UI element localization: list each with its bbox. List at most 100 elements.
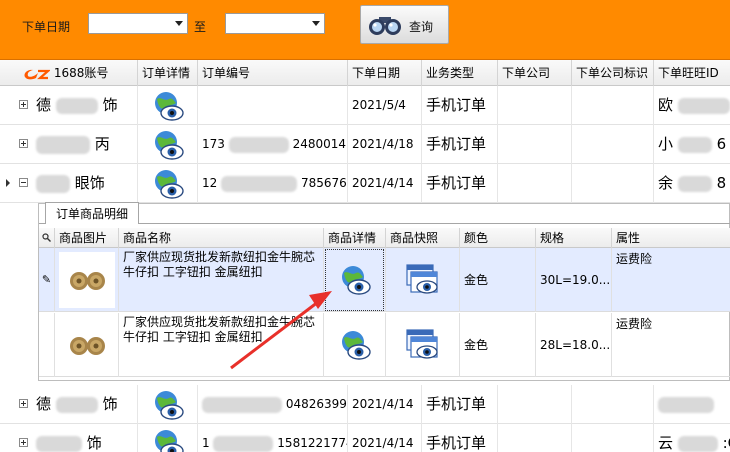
company-id-cell <box>572 164 654 203</box>
item-name-cell: 厂家供应现货批发新款纽扣金牛腕芯牛仔扣 工字钮扣 金属纽扣 <box>119 313 324 377</box>
chevron-down-icon[interactable] <box>175 21 183 26</box>
current-row-indicator <box>6 179 10 187</box>
wangwang-cell: 余 <box>658 174 674 192</box>
company-id-cell <box>572 424 654 452</box>
account-cell: 德 <box>36 395 52 413</box>
redacted-blur <box>202 396 282 413</box>
list-item[interactable]: ✎ 厂家供应现货批发新款纽扣金牛腕芯牛仔扣 工字钮扣 金属纽扣 金色 30L=1… <box>39 248 730 312</box>
col-header-attribute[interactable]: 属性 <box>612 228 730 248</box>
product-thumbnail-buttons <box>59 317 115 373</box>
redacted-blur <box>36 135 90 154</box>
company-cell <box>498 164 572 203</box>
redacted-blur <box>55 396 98 413</box>
query-button-label: 查询 <box>409 20 434 34</box>
col-header-company[interactable]: 下单公司 <box>498 60 572 86</box>
biz-type-cell: 手机订单 <box>422 424 498 452</box>
col-header-item-image[interactable]: 商品图片 <box>55 228 119 248</box>
globe-eye-icon[interactable] <box>152 168 184 200</box>
table-row[interactable]: 德 饰 2021/5/4 手机订单 欧 <box>0 86 730 125</box>
col-header-wangwang[interactable]: 下单旺旺ID <box>654 60 730 86</box>
company-cell <box>498 385 572 424</box>
chevron-down-icon[interactable] <box>312 21 320 26</box>
table-row[interactable]: 饰 1 1581221774 2021/4/14 手机订单 云 :C <box>0 424 730 452</box>
product-thumbnail-buttons <box>59 252 115 308</box>
item-name-cell: 厂家供应现货批发新款纽扣金牛腕芯牛仔扣 工字钮扣 金属纽扣 <box>119 248 324 312</box>
expand-icon[interactable] <box>19 399 28 408</box>
query-button[interactable]: 查询 <box>360 5 449 44</box>
globe-eye-icon[interactable] <box>152 428 184 452</box>
col-header-account[interactable]: 1688账号 <box>18 60 138 86</box>
list-item[interactable]: 厂家供应现货批发新款纽扣金牛腕芯牛仔扣 工字钮扣 金属纽扣 金色 28L=18.… <box>39 313 730 377</box>
order-no-cell <box>198 86 348 125</box>
snapshot-window-icon[interactable] <box>406 264 440 296</box>
expand-icon[interactable] <box>19 438 28 447</box>
col-header-spec[interactable]: 规格 <box>536 228 612 248</box>
filter-bar: 下单日期 至 查询 <box>0 0 730 60</box>
company-id-cell <box>572 385 654 424</box>
end-date-picker[interactable] <box>225 13 325 34</box>
account-cell: 德 <box>36 96 52 114</box>
collapse-icon[interactable] <box>19 178 28 187</box>
start-date-picker[interactable] <box>88 13 188 34</box>
wangwang-cell: 小 <box>658 135 674 153</box>
biz-type-cell: 手机订单 <box>422 385 498 424</box>
redacted-blur <box>55 97 98 114</box>
table-row[interactable]: 德 饰 04826399 2021/4/14 手机订单 <box>0 385 730 424</box>
alibaba-logo-icon <box>24 69 51 79</box>
col-header-order-detail[interactable]: 订单详情 <box>138 60 198 86</box>
spec-cell: 28L=18.0... <box>536 313 612 377</box>
order-date-cell: 2021/4/14 <box>348 424 422 452</box>
redacted-blur <box>36 435 82 452</box>
detail-grid-header: 商品图片 商品名称 商品详情 商品快照 颜色 规格 属性 <box>39 228 730 248</box>
company-cell <box>498 86 572 125</box>
col-header-item-snapshot[interactable]: 商品快照 <box>386 228 460 248</box>
focused-cell-outline <box>325 249 384 311</box>
col-header-item-name[interactable]: 商品名称 <box>119 228 324 248</box>
redacted-blur <box>36 174 70 193</box>
order-no-cell: 173 2480014 <box>198 125 348 164</box>
company-cell <box>498 125 572 164</box>
globe-eye-icon[interactable] <box>339 329 371 361</box>
attribute-cell: 运费险 <box>616 317 653 331</box>
order-items-detail-panel: 订单商品明细 商品图片 商品名称 商品详情 商品快照 颜色 规格 属性 ✎ 厂家… <box>38 202 730 381</box>
redacted-blur <box>677 175 712 192</box>
biz-type-cell: 手机订单 <box>422 164 498 203</box>
expand-icon[interactable] <box>19 139 28 148</box>
account-cell: 饰 <box>86 434 102 452</box>
wangwang-cell: 欧 <box>658 96 674 114</box>
grid-header: 1688账号 订单详情 订单编号 下单日期 业务类型 下单公司 下单公司标识 下… <box>0 60 730 86</box>
redacted-blur <box>228 136 289 153</box>
attribute-cell: 运费险 <box>616 252 653 266</box>
search-icon[interactable] <box>42 233 51 242</box>
redacted-blur <box>213 435 274 452</box>
header-gutter <box>0 60 18 86</box>
tab-order-items[interactable]: 订单商品明细 <box>45 202 139 224</box>
col-header-company-id[interactable]: 下单公司标识 <box>572 60 654 86</box>
color-cell: 金色 <box>460 248 536 312</box>
order-date-cell: 2021/4/18 <box>348 125 422 164</box>
globe-eye-icon[interactable] <box>152 389 184 421</box>
binoculars-icon <box>369 17 401 35</box>
redacted-blur <box>677 97 730 114</box>
order-date-cell: 2021/4/14 <box>348 164 422 203</box>
to-label: 至 <box>194 20 207 34</box>
order-date-cell: 2021/4/14 <box>348 385 422 424</box>
company-id-cell <box>572 86 654 125</box>
color-cell: 金色 <box>460 313 536 377</box>
col-header-order-date[interactable]: 下单日期 <box>348 60 422 86</box>
biz-type-cell: 手机订单 <box>422 86 498 125</box>
edit-pencil-icon: ✎ <box>41 273 52 286</box>
snapshot-window-icon[interactable] <box>406 329 440 361</box>
redacted-blur <box>658 396 714 413</box>
col-header-order-no[interactable]: 订单编号 <box>198 60 348 86</box>
globe-eye-icon[interactable] <box>152 129 184 161</box>
table-row[interactable]: 丙 173 2480014 2021/4/18 手机订单 小 6 <box>0 125 730 164</box>
globe-eye-icon[interactable] <box>152 90 184 122</box>
col-header-item-detail[interactable]: 商品详情 <box>324 228 386 248</box>
col-header-color[interactable]: 颜色 <box>460 228 536 248</box>
expand-icon[interactable] <box>19 100 28 109</box>
order-date-cell: 2021/5/4 <box>348 86 422 125</box>
col-header-biz-type[interactable]: 业务类型 <box>422 60 498 86</box>
account-cell: 眼饰 <box>74 174 105 192</box>
table-row[interactable]: 眼饰 12 785676 2021/4/14 手机订单 余 8 <box>0 164 730 203</box>
